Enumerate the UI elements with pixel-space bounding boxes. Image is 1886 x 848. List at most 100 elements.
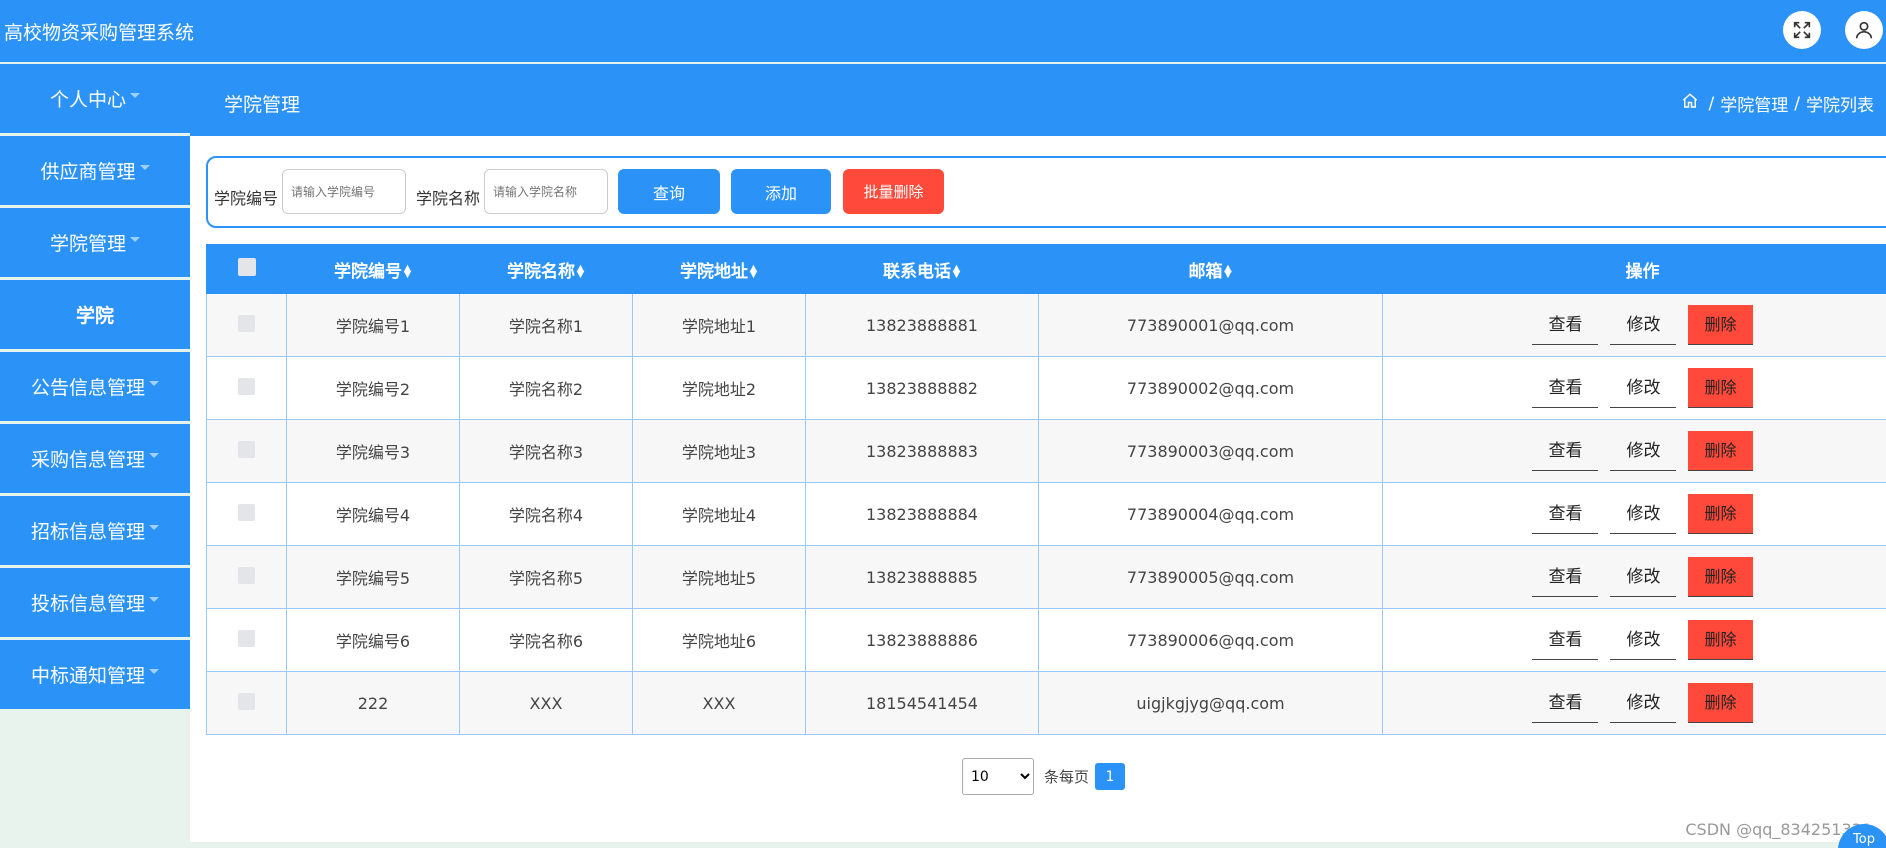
batch-delete-button[interactable]: 批量删除 <box>843 169 944 214</box>
table-row: 学院编号2 学院名称2 学院地址2 13823888882 773890002@qq.c… <box>206 356 1886 420</box>
row-checkbox[interactable] <box>238 692 255 710</box>
cell-phone: 13823888886 <box>805 608 1039 672</box>
view-button[interactable]: 查看 <box>1532 431 1599 471</box>
view-button[interactable]: 查看 <box>1532 305 1599 345</box>
caret-down-icon <box>149 597 159 602</box>
cell-address: 学院地址1 <box>632 293 806 357</box>
cell-address: 学院地址4 <box>632 482 806 546</box>
sort-icon[interactable]: ▲ ▼ <box>749 263 758 279</box>
edit-button[interactable]: 修改 <box>1610 305 1677 345</box>
sort-icon[interactable]: ▲ ▼ <box>1224 263 1233 279</box>
sidebar-item[interactable]: 学院管理 <box>0 208 190 277</box>
sidebar-item[interactable]: 招标信息管理 <box>0 496 190 565</box>
name-search-input[interactable] <box>484 169 608 214</box>
sidebar-item[interactable]: 投标信息管理 <box>0 568 190 637</box>
delete-button[interactable]: 删除 <box>1688 620 1753 660</box>
fullscreen-icon[interactable] <box>1783 11 1821 49</box>
edit-button[interactable]: 修改 <box>1610 620 1677 660</box>
sidebar-item-label: 采购信息管理 <box>30 449 145 471</box>
add-button[interactable]: 添加 <box>731 169 831 214</box>
edit-button[interactable]: 修改 <box>1610 431 1677 471</box>
table-row: 学院编号3 学院名称3 学院地址3 13823888883 773890003@qq.c… <box>206 419 1886 483</box>
cell-email: uigjkgjyg@qq.com <box>1038 671 1383 735</box>
cell-name: 学院名称2 <box>459 356 633 420</box>
sidebar-item[interactable]: 公告信息管理 <box>0 352 190 421</box>
edit-button[interactable]: 修改 <box>1610 557 1677 597</box>
view-button[interactable]: 查看 <box>1532 557 1599 597</box>
sidebar-item[interactable]: 中标通知管理 <box>0 640 190 709</box>
caret-down-icon <box>139 165 150 170</box>
sidebar: 个人中心供应商管理学院管理 学院公告信息管理 采购信息管理招标信息管理投标信息管理中… <box>0 64 190 712</box>
cell-email: 773890001@qq.com <box>1038 293 1383 357</box>
row-checkbox[interactable] <box>238 629 255 647</box>
column-header[interactable]: 学院名称 ▲ ▼ <box>459 244 633 294</box>
sidebar-item-label: 供应商管理 <box>40 161 136 183</box>
column-header[interactable]: 邮箱 ▲ ▼ <box>1038 244 1383 294</box>
row-checkbox[interactable] <box>238 566 255 584</box>
select-all-checkbox[interactable] <box>237 257 256 276</box>
cell-address: 学院地址6 <box>632 608 806 672</box>
select-all-cell <box>206 244 287 294</box>
sort-icon[interactable]: ▲ ▼ <box>952 263 961 279</box>
cell-email: 773890004@qq.com <box>1038 482 1383 546</box>
row-select-cell <box>206 356 287 420</box>
sort-icon[interactable]: ▲ ▼ <box>403 263 412 279</box>
table-row: 学院编号6 学院名称6 学院地址6 13823888886 773890006@qq.c… <box>206 608 1886 672</box>
row-select-cell <box>206 671 287 735</box>
sidebar-item-label: 投标信息管理 <box>30 593 145 615</box>
row-checkbox[interactable] <box>238 503 255 521</box>
cell-actions: 查看 修改 删除 <box>1382 356 1886 420</box>
breadcrumb-item: 学院列表 <box>1806 96 1874 116</box>
cell-code: 学院编号5 <box>286 545 460 609</box>
delete-button[interactable]: 删除 <box>1688 305 1753 345</box>
edit-button[interactable]: 修改 <box>1610 494 1677 534</box>
column-header[interactable]: 联系电话 ▲ ▼ <box>805 244 1039 294</box>
page-size-select[interactable]: 10 <box>962 758 1034 795</box>
view-button[interactable]: 查看 <box>1532 368 1599 408</box>
user-icon[interactable] <box>1845 11 1883 49</box>
column-header[interactable]: 学院地址 ▲ ▼ <box>632 244 806 294</box>
cell-phone: 18154541454 <box>805 671 1039 735</box>
delete-button[interactable]: 删除 <box>1688 431 1753 471</box>
cell-email: 773890003@qq.com <box>1038 419 1383 483</box>
home-icon[interactable] <box>1681 92 1703 115</box>
column-header[interactable]: 学院编号 ▲ ▼ <box>286 244 460 294</box>
row-checkbox[interactable] <box>238 314 255 332</box>
code-search-input[interactable] <box>282 169 406 214</box>
sidebar-item[interactable]: 学院 <box>0 280 190 349</box>
sidebar-item-label: 公告信息管理 <box>30 377 145 399</box>
sidebar-item[interactable]: 供应商管理 <box>0 136 190 205</box>
pagination: 10 条每页 1 <box>962 758 1126 795</box>
edit-button[interactable]: 修改 <box>1610 368 1677 408</box>
edit-button[interactable]: 修改 <box>1610 683 1677 723</box>
delete-button[interactable]: 删除 <box>1688 557 1753 597</box>
row-checkbox[interactable] <box>238 440 255 458</box>
cell-code: 学院编号1 <box>286 293 460 357</box>
cell-actions: 查看 修改 删除 <box>1382 608 1886 672</box>
page-number-button[interactable]: 1 <box>1095 763 1126 790</box>
sort-icon[interactable]: ▲ ▼ <box>576 263 585 279</box>
breadcrumb-separator: / <box>1708 93 1715 114</box>
view-button[interactable]: 查看 <box>1532 683 1599 723</box>
row-select-cell <box>206 545 287 609</box>
section-header: 学院管理 / 学院管理 / 学院列表 <box>190 64 1886 136</box>
per-page-label: 条每页 <box>1044 768 1090 786</box>
query-button[interactable]: 查询 <box>618 169 720 214</box>
view-button[interactable]: 查看 <box>1532 620 1599 660</box>
delete-button[interactable]: 删除 <box>1688 683 1753 723</box>
delete-button[interactable]: 删除 <box>1688 368 1753 408</box>
cell-address: 学院地址5 <box>632 545 806 609</box>
cell-code: 222 <box>286 671 460 735</box>
row-select-cell <box>206 419 287 483</box>
row-select-cell <box>206 608 287 672</box>
cell-phone: 13823888881 <box>805 293 1039 357</box>
sidebar-item[interactable]: 个人中心 <box>0 64 190 133</box>
cell-code: 学院编号3 <box>286 419 460 483</box>
cell-actions: 查看 修改 删除 <box>1382 293 1886 357</box>
view-button[interactable]: 查看 <box>1532 494 1599 534</box>
breadcrumb-item[interactable]: 学院管理 <box>1720 91 1788 116</box>
sidebar-item[interactable]: 采购信息管理 <box>0 424 190 493</box>
delete-button[interactable]: 删除 <box>1688 494 1753 534</box>
row-checkbox[interactable] <box>238 377 255 395</box>
cell-actions: 查看 修改 删除 <box>1382 482 1886 546</box>
